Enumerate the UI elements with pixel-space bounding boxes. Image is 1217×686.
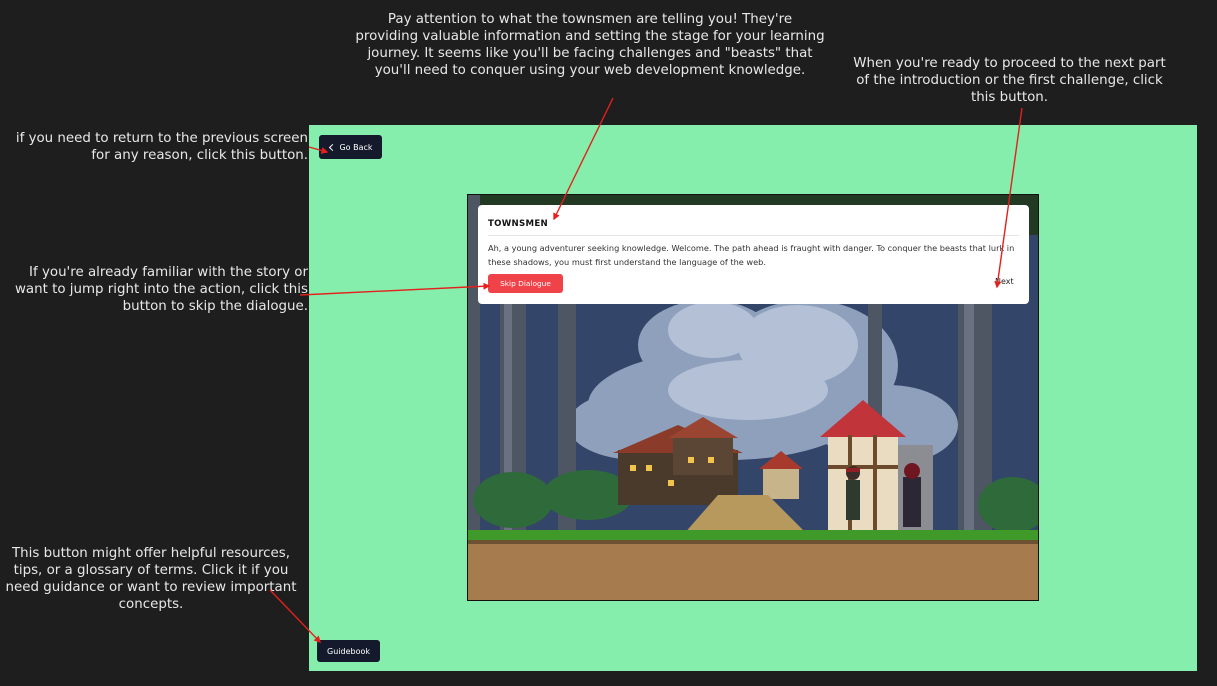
go-back-label: Go Back xyxy=(339,142,373,152)
annotation-next: When you're ready to proceed to the next… xyxy=(853,56,1166,105)
app-stage: Go Back TOWNSMEN Ah, a young adventurer … xyxy=(309,125,1197,671)
skip-dialogue-button[interactable]: Skip Dialogue xyxy=(488,274,563,293)
game-scene: TOWNSMEN Ah, a young adventurer seeking … xyxy=(467,194,1039,601)
next-button[interactable]: Next xyxy=(995,277,1014,286)
go-back-button[interactable]: Go Back xyxy=(319,135,382,159)
chevron-left-icon xyxy=(329,143,337,151)
annotation-guidebook: This button might offer helpful resource… xyxy=(5,546,297,612)
dialogue-divider xyxy=(488,235,1019,236)
guidebook-label: Guidebook xyxy=(327,646,370,656)
annotation-skip: If you're already familiar with the stor… xyxy=(14,265,308,314)
dialogue-box: TOWNSMEN Ah, a young adventurer seeking … xyxy=(478,205,1029,304)
speaker-name: TOWNSMEN xyxy=(488,219,549,229)
annotation-dialogue: Pay attention to what the townsmen are t… xyxy=(355,12,825,78)
guidebook-button[interactable]: Guidebook xyxy=(317,640,380,662)
dialogue-text: Ah, a young adventurer seeking knowledge… xyxy=(488,243,1015,267)
annotation-go-back: if you need to return to the previous sc… xyxy=(15,131,308,163)
